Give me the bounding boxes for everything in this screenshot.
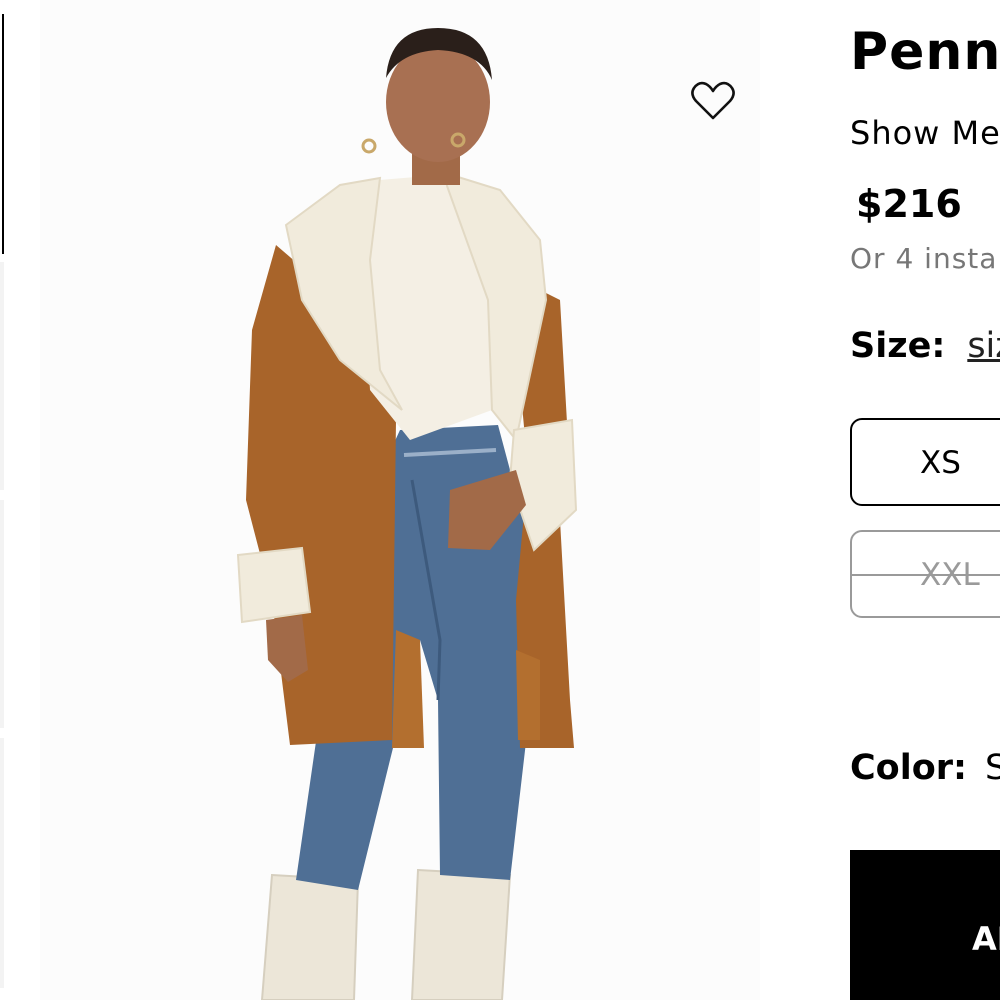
color-selector-header: Color: Saddle bbox=[850, 748, 1000, 788]
product-price: $216 bbox=[856, 182, 962, 226]
size-option-xs[interactable]: XS bbox=[850, 418, 1000, 506]
thumbnail-strip bbox=[0, 0, 10, 1000]
product-details: Penny Coat Show Me Your Mumu $216 Or 4 i… bbox=[850, 0, 1000, 1000]
product-brand[interactable]: Show Me Your Mumu bbox=[850, 114, 1000, 152]
size-option-xxl[interactable]: XXL bbox=[850, 530, 1000, 618]
add-to-bag-button[interactable]: ADD TO BAG bbox=[850, 850, 1000, 1000]
thumbnail-3[interactable] bbox=[0, 500, 4, 728]
thumbnail-4[interactable] bbox=[0, 738, 4, 988]
size-option-label: XS bbox=[920, 445, 961, 481]
thumbnail-2[interactable] bbox=[0, 262, 4, 490]
size-selector-header: Size: size guide bbox=[850, 326, 1000, 366]
color-value: Saddle bbox=[985, 748, 1000, 788]
sold-out-strikethrough bbox=[852, 574, 1000, 576]
installments-text: Or 4 installments bbox=[850, 242, 1000, 275]
product-photo bbox=[236, 28, 578, 1000]
product-main-image[interactable] bbox=[40, 0, 760, 1000]
size-label: Size: bbox=[850, 326, 946, 366]
product-page: Penny Coat Show Me Your Mumu $216 Or 4 i… bbox=[0, 0, 1000, 1000]
thumbnail-1[interactable] bbox=[0, 14, 4, 254]
wishlist-heart-icon[interactable] bbox=[690, 80, 736, 122]
color-label: Color: bbox=[850, 748, 968, 788]
product-title: Penny Coat bbox=[850, 22, 1000, 82]
size-guide-link[interactable]: size guide bbox=[967, 326, 1000, 366]
